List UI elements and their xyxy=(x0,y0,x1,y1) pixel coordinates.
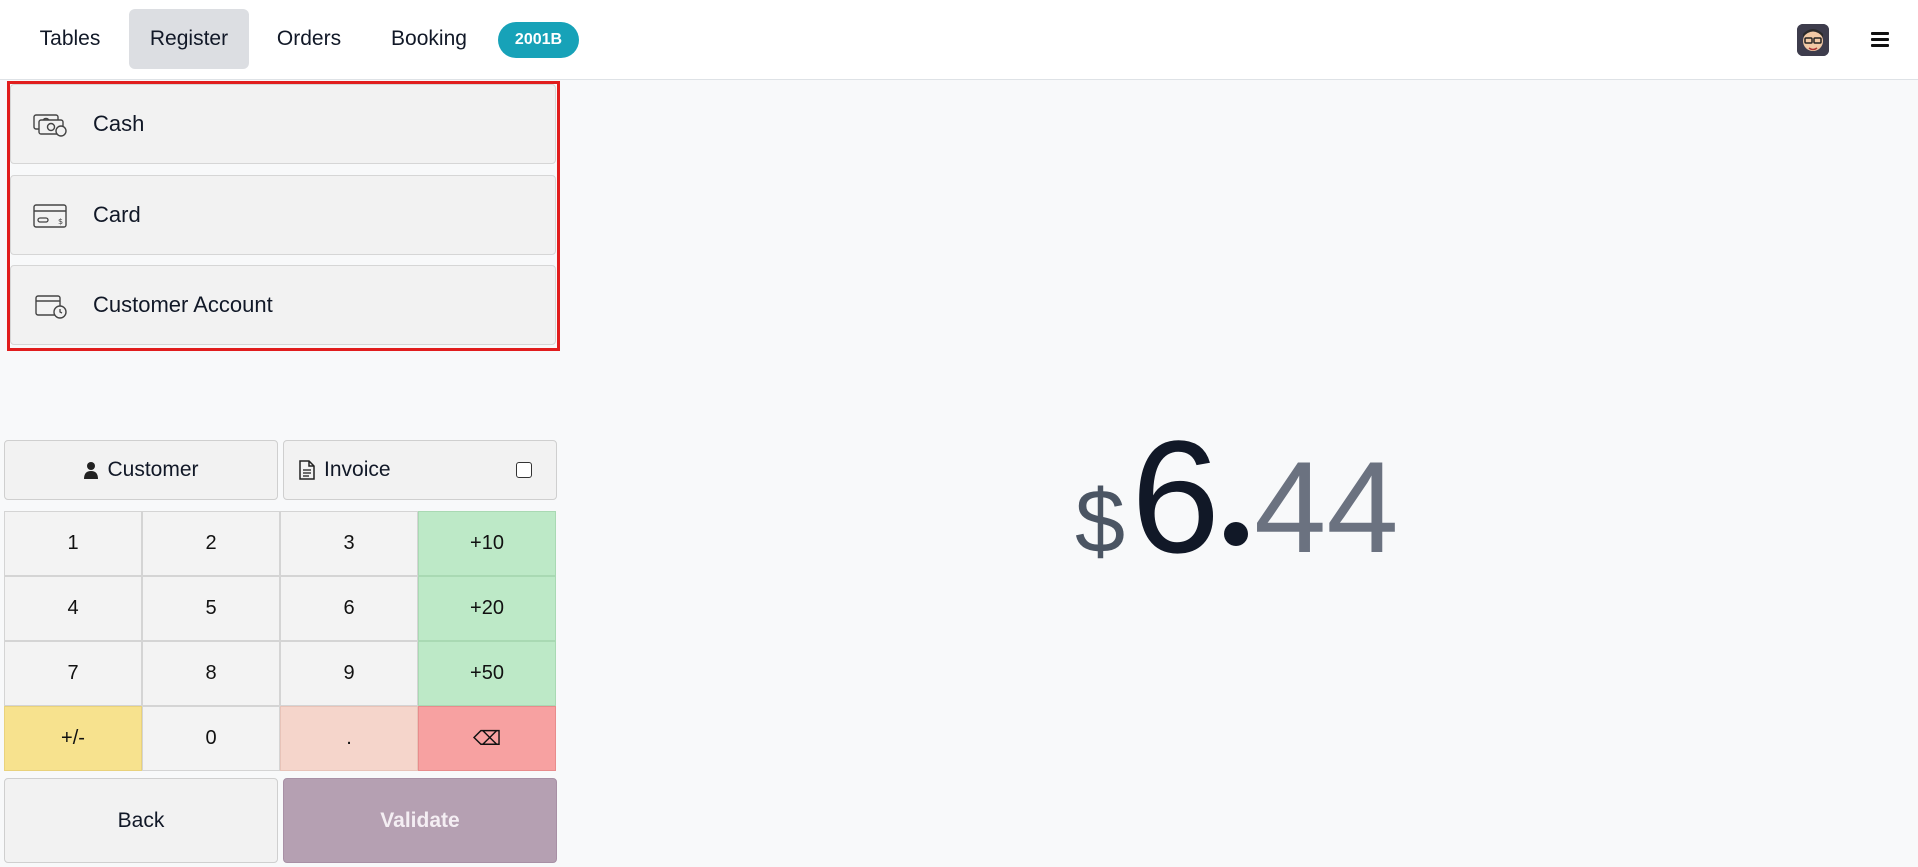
numpad-key-7[interactable]: 7 xyxy=(4,641,142,706)
cash-icon xyxy=(33,114,67,137)
tab-booking[interactable]: Booking xyxy=(375,9,483,69)
tab-orders[interactable]: Orders xyxy=(260,9,358,69)
svg-text:$: $ xyxy=(58,217,63,226)
card-icon: $ xyxy=(33,204,67,228)
numpad-key-plus-10[interactable]: +10 xyxy=(418,511,556,576)
numpad-key-plus-20[interactable]: +20 xyxy=(418,576,556,641)
amount-due-display: $ 6 44 xyxy=(1075,405,1399,586)
numpad-key-backspace[interactable]: ⌫ xyxy=(418,706,556,771)
numpad-key-3[interactable]: 3 xyxy=(280,511,418,576)
numpad-key-decimal[interactable]: . xyxy=(280,706,418,771)
invoice-checkbox[interactable] xyxy=(516,462,532,478)
wallet-clock-icon xyxy=(35,295,67,319)
tab-register[interactable]: Register xyxy=(129,9,249,69)
currency-symbol: $ xyxy=(1075,472,1126,572)
payment-method-label: Cash xyxy=(93,111,145,136)
numpad-key-sign[interactable]: +/- xyxy=(4,706,142,771)
hamburger-menu-icon[interactable] xyxy=(1868,27,1892,53)
tab-tables[interactable]: Tables xyxy=(20,9,120,69)
payment-method-label: Customer Account xyxy=(93,292,273,317)
document-icon xyxy=(299,460,315,480)
amount-integer: 6 xyxy=(1131,407,1220,586)
amount-decimal: 44 xyxy=(1254,434,1399,580)
numpad-key-9[interactable]: 9 xyxy=(280,641,418,706)
numpad-key-1[interactable]: 1 xyxy=(4,511,142,576)
invoice-button[interactable]: Invoice xyxy=(283,440,557,500)
validate-button[interactable]: Validate xyxy=(283,778,557,863)
payment-method-cash[interactable]: Cash xyxy=(10,84,556,164)
back-button[interactable]: Back xyxy=(4,778,278,863)
numpad-key-5[interactable]: 5 xyxy=(142,576,280,641)
payment-method-card[interactable]: $ Card xyxy=(10,175,556,255)
top-navbar: Tables Register Orders Booking 2001B xyxy=(0,0,1918,80)
numpad-key-6[interactable]: 6 xyxy=(280,576,418,641)
customer-button[interactable]: Customer xyxy=(4,440,278,500)
user-avatar-icon[interactable] xyxy=(1797,24,1829,56)
numpad-key-8[interactable]: 8 xyxy=(142,641,280,706)
payment-method-label: Card xyxy=(93,202,141,227)
numpad-key-4[interactable]: 4 xyxy=(4,576,142,641)
decimal-separator xyxy=(1224,522,1249,546)
numpad-key-0[interactable]: 0 xyxy=(142,706,280,771)
numpad-key-2[interactable]: 2 xyxy=(142,511,280,576)
payment-method-customer-account[interactable]: Customer Account xyxy=(10,265,556,345)
order-number-badge[interactable]: 2001B xyxy=(498,22,579,58)
user-icon xyxy=(84,462,99,479)
customer-label: Customer xyxy=(107,458,199,481)
numpad-key-plus-50[interactable]: +50 xyxy=(418,641,556,706)
invoice-label: Invoice xyxy=(324,458,391,481)
